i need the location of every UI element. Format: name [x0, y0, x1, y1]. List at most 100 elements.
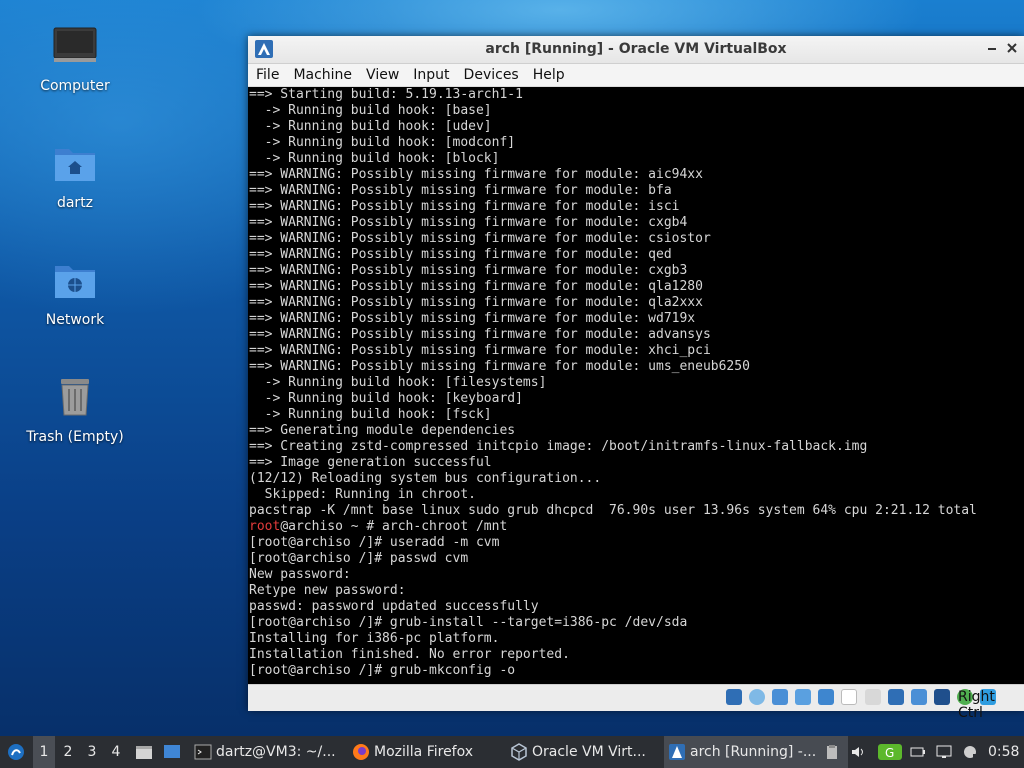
- display-settings-icon[interactable]: [936, 744, 952, 760]
- minimize-icon: [988, 48, 996, 50]
- console-line: (12/12) Reloading system bus configurati…: [249, 471, 602, 486]
- desktop-icon-trash[interactable]: Trash (Empty): [10, 373, 140, 445]
- console-line: ==> Image generation successful: [249, 455, 492, 470]
- file-manager-icon: [136, 746, 152, 759]
- console-line: -> Running build hook: [keyboard]: [249, 391, 523, 406]
- window-title: arch [Running] - Oracle VM VirtualBox: [485, 41, 787, 57]
- console-line: -> Running build hook: [fsck]: [249, 407, 492, 422]
- menu-view[interactable]: View: [360, 64, 405, 86]
- menu-machine[interactable]: Machine: [287, 64, 358, 86]
- cpu-icon[interactable]: [910, 689, 927, 705]
- firefox-icon: [353, 744, 369, 760]
- workspace-1[interactable]: 1: [33, 736, 55, 768]
- console-line: ==> WARNING: Possibly missing firmware f…: [249, 199, 680, 214]
- updates-icon[interactable]: G: [878, 744, 902, 760]
- task-label: Mozilla Firefox: [374, 744, 474, 760]
- root-user-prompt: root: [249, 519, 281, 534]
- host-key-label: Right Ctrl: [958, 689, 995, 721]
- desktop-icon-computer[interactable]: Computer: [10, 22, 140, 94]
- window-titlebar[interactable]: arch [Running] - Oracle VM VirtualBox: [248, 36, 1024, 64]
- desktop-icon-label: dartz: [56, 195, 94, 211]
- task-terminal[interactable]: dartz@VM3: ~/...: [190, 736, 374, 768]
- virtualbox-icon: [511, 743, 527, 761]
- console-line: [root@archiso /]# useradd -m cvm: [249, 535, 500, 550]
- optical-drive-icon[interactable]: [749, 689, 766, 705]
- console-line: passwd: password updated successfully: [249, 599, 539, 614]
- console-line: ==> WARNING: Possibly missing firmware f…: [249, 247, 672, 262]
- console-line: Installation finished. No error reported…: [249, 647, 570, 662]
- video-capture-icon[interactable]: [887, 689, 904, 705]
- console-line: [root@archiso /]# passwd cvm: [249, 551, 469, 566]
- task-virtualbox-manager[interactable]: Oracle VM Virt...: [506, 736, 690, 768]
- menu-bar: File Machine View Input Devices Help: [248, 64, 1024, 87]
- console-line: ==> WARNING: Possibly missing firmware f…: [249, 231, 711, 246]
- console-line: Installing for i386-pc platform.: [249, 631, 500, 646]
- audio-icon[interactable]: [772, 689, 789, 705]
- hard-disk-icon[interactable]: [726, 689, 742, 705]
- shared-folders-icon[interactable]: [841, 689, 858, 705]
- menu-help[interactable]: Help: [527, 64, 571, 86]
- home-folder-icon: [55, 149, 95, 181]
- console-line: pacstrap -K /mnt base linux sudo grub dh…: [249, 503, 977, 518]
- desktop-icon-label: Trash (Empty): [26, 429, 124, 445]
- terminal-icon: [194, 744, 212, 760]
- lubuntu-logo-icon: [8, 744, 24, 760]
- close-button[interactable]: [1004, 40, 1020, 56]
- console-line: ==> Starting build: 5.19.13-arch1-1: [249, 87, 523, 102]
- volume-icon[interactable]: [850, 744, 866, 760]
- display-icon[interactable]: [864, 689, 881, 705]
- vm-status-bar: Right Ctrl: [248, 684, 1024, 721]
- battery-icon[interactable]: [910, 744, 926, 760]
- console-line: ==> WARNING: Possibly missing firmware f…: [249, 183, 672, 198]
- console-line: ==> WARNING: Possibly missing firmware f…: [249, 311, 696, 326]
- console-line: Skipped: Running in chroot.: [249, 487, 476, 502]
- console-line: New password:: [249, 567, 351, 582]
- task-arch-vm[interactable]: arch [Running] -...: [664, 736, 848, 768]
- task-firefox[interactable]: Mozilla Firefox: [348, 736, 532, 768]
- workspace-4[interactable]: 4: [105, 736, 127, 768]
- workspace-3[interactable]: 3: [81, 736, 103, 768]
- virtualization-icon[interactable]: [933, 689, 950, 705]
- console-line: ==> Generating module dependencies: [249, 423, 516, 438]
- menu-input[interactable]: Input: [407, 64, 455, 86]
- clock[interactable]: 0:58: [988, 736, 1019, 768]
- network-adapter-icon[interactable]: [795, 689, 812, 705]
- trash-icon: [61, 379, 89, 416]
- clipboard-icon[interactable]: [824, 744, 840, 760]
- close-icon: [1007, 43, 1017, 53]
- console-line: ==> WARNING: Possibly missing firmware f…: [249, 343, 711, 358]
- desktop-icon: [164, 745, 180, 758]
- virtualbox-window[interactable]: arch [Running] - Oracle VM VirtualBox Fi…: [248, 36, 1024, 721]
- console-line: -> Running build hook: [block]: [249, 151, 500, 166]
- desktop-icon-network[interactable]: Network: [10, 256, 140, 328]
- workspace-2[interactable]: 2: [57, 736, 79, 768]
- console-line: ==> Creating zstd-compressed initcpio im…: [249, 439, 868, 454]
- vm-console[interactable]: ==> Starting build: 5.19.13-arch1-1 -> R…: [248, 87, 1024, 684]
- console-line: -> Running build hook: [udev]: [249, 119, 492, 134]
- console-line: ==> WARNING: Possibly missing firmware f…: [249, 327, 711, 342]
- network-folder-icon: [55, 266, 95, 298]
- virtualbox-vm-icon: [669, 744, 685, 760]
- console-line: ==> WARNING: Possibly missing firmware f…: [249, 359, 750, 374]
- start-menu-button[interactable]: [4, 736, 28, 768]
- desktop-icon-home[interactable]: dartz: [10, 139, 140, 211]
- show-desktop-button[interactable]: [161, 736, 183, 768]
- console-line: -> Running build hook: [modconf]: [249, 135, 516, 150]
- console-line: -> Running build hook: [filesystems]: [249, 375, 547, 390]
- desktop-icon-label: Computer: [40, 78, 110, 94]
- computer-icon: [53, 27, 97, 62]
- console-line: [root@archiso /]# grub-mkconfig -o: [249, 663, 516, 678]
- usb-icon[interactable]: [818, 689, 835, 705]
- file-manager-launcher[interactable]: [133, 736, 155, 768]
- menu-devices[interactable]: Devices: [458, 64, 525, 86]
- desktop: Computer dartz Network Trash (Empty) arc…: [0, 0, 1024, 736]
- menu-file[interactable]: File: [250, 64, 285, 86]
- network-status-icon[interactable]: [962, 744, 978, 760]
- console-prompt-line: root@archiso ~ # arch-chroot /mnt: [248, 519, 1024, 535]
- console-line: ==> WARNING: Possibly missing firmware f…: [249, 263, 688, 278]
- console-line: [root@archiso /]# grub-install --target=…: [249, 615, 688, 630]
- desktop-icon-label: Network: [45, 312, 105, 328]
- minimize-button[interactable]: [984, 40, 1000, 56]
- console-line: ==> WARNING: Possibly missing firmware f…: [249, 215, 688, 230]
- taskbar: 1 2 3 4 dartz@VM3: ~/... Mozilla Firefox…: [0, 736, 1024, 768]
